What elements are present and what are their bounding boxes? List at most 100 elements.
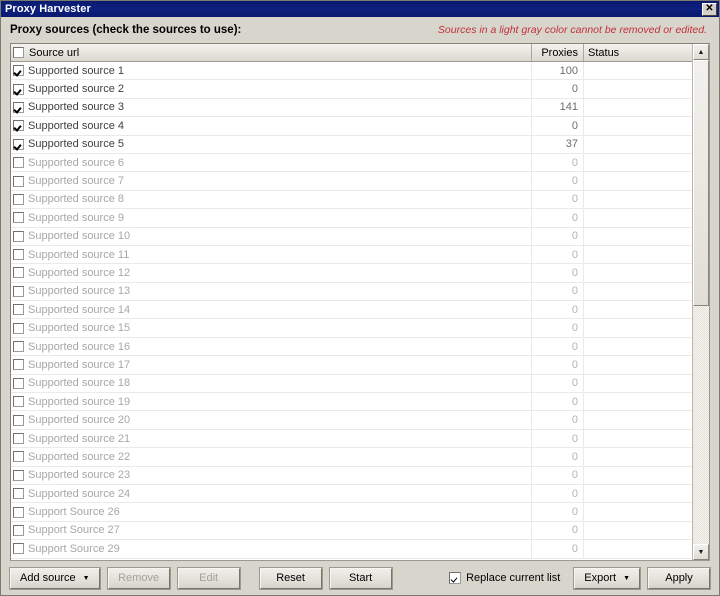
cell-source-url: Supported source 1	[11, 62, 532, 80]
row-checkbox[interactable]	[13, 193, 24, 205]
proxies-count: 0	[571, 156, 578, 169]
source-url-label: Supported source 18	[28, 377, 131, 390]
add-source-button[interactable]: Add source ▼	[9, 566, 101, 590]
start-button[interactable]: Start	[328, 566, 393, 590]
cell-proxies: 0	[532, 227, 584, 245]
row-checkbox[interactable]	[13, 304, 24, 316]
table-row[interactable]: Supported source 24 0	[11, 484, 692, 504]
table-row[interactable]: Supported source 18 0	[11, 374, 692, 394]
table-row[interactable]: Support Source 27 0	[11, 521, 692, 541]
column-header-proxies[interactable]: Proxies	[532, 44, 584, 61]
table-row[interactable]: Supported source 14 0	[11, 301, 692, 320]
cell-status	[584, 117, 692, 134]
row-checkbox[interactable]	[13, 433, 24, 444]
column-header-source-url[interactable]: Source url	[11, 44, 532, 61]
row-checkbox[interactable]	[13, 230, 24, 242]
replace-current-list-checkbox[interactable]	[449, 572, 462, 584]
table-row[interactable]: Supported source 4 0	[11, 117, 692, 136]
cell-status	[584, 99, 692, 116]
readonly-warning-note: Sources in a light gray color cannot be …	[437, 24, 707, 36]
source-url-label: Supported source 22	[28, 450, 131, 463]
reset-button[interactable]: Reset	[258, 566, 323, 590]
row-checkbox[interactable]	[13, 322, 24, 334]
row-checkbox[interactable]	[13, 469, 24, 481]
cell-status	[584, 448, 692, 465]
row-checkbox[interactable]	[13, 267, 24, 279]
row-checkbox[interactable]	[13, 359, 24, 371]
edit-button[interactable]: Edit	[176, 566, 241, 590]
row-checkbox[interactable]	[13, 120, 24, 132]
row-checkbox[interactable]	[13, 451, 24, 463]
source-url-label: Supported source 1	[28, 64, 125, 77]
cell-proxies: 0	[532, 429, 584, 448]
scrollbar-thumb[interactable]	[693, 60, 709, 306]
source-url-label: Supported source 8	[28, 193, 125, 206]
vertical-scrollbar[interactable]: ▲ ▼	[692, 44, 709, 560]
table-row[interactable]: Supported source 10 0	[11, 227, 692, 246]
scrollbar-track[interactable]	[693, 60, 709, 544]
replace-current-list-field[interactable]: Replace current list	[449, 572, 560, 584]
source-url-label: Supported source 16	[28, 340, 131, 353]
window-title: Proxy Harvester	[5, 3, 91, 15]
row-checkbox[interactable]	[13, 101, 24, 113]
table-row[interactable]: Supported source 20 0	[11, 411, 692, 430]
row-checkbox[interactable]	[13, 396, 24, 408]
table-row[interactable]: Supported source 8 0	[11, 190, 692, 210]
close-icon[interactable]: ✕	[702, 2, 717, 16]
scroll-up-icon[interactable]: ▲	[693, 44, 709, 60]
cell-proxies: 0	[532, 356, 584, 374]
export-button[interactable]: Export ▼	[573, 566, 641, 590]
cell-proxies: 0	[532, 521, 584, 540]
proxies-count: 0	[571, 175, 578, 188]
source-url-label: Supported source 7	[28, 175, 125, 188]
table-row[interactable]: Supported source 11 0	[11, 245, 692, 265]
table-row[interactable]: Supported source 17 0	[11, 356, 692, 375]
table-row[interactable]: Supported source 23 0	[11, 466, 692, 485]
table-row[interactable]: Supported source 5 37	[11, 135, 692, 154]
row-checkbox[interactable]	[13, 524, 24, 536]
row-checkbox[interactable]	[13, 83, 24, 95]
row-checkbox[interactable]	[13, 506, 24, 518]
row-checkbox[interactable]	[13, 285, 24, 297]
row-checkbox[interactable]	[13, 212, 24, 224]
table-row[interactable]: Supported source 16 0	[11, 337, 692, 357]
remove-button[interactable]: Remove	[106, 566, 171, 590]
table-row[interactable]: Supported source 2 0	[11, 80, 692, 99]
proxies-count: 0	[571, 193, 578, 206]
page-title: Proxy sources (check the sources to use)…	[10, 24, 242, 36]
table-row[interactable]: Supported source 15 0	[11, 319, 692, 338]
table-row[interactable]: Supported source 3 141	[11, 98, 692, 118]
cell-source-url: Supported source 21	[11, 429, 532, 448]
table-row[interactable]: Supported source 9 0	[11, 209, 692, 228]
row-checkbox[interactable]	[13, 414, 24, 426]
column-header-status[interactable]: Status	[584, 44, 692, 61]
proxies-count: 0	[571, 322, 578, 335]
row-checkbox[interactable]	[13, 157, 24, 169]
table-row[interactable]: Supported source 19 0	[11, 393, 692, 412]
proxies-count: 0	[571, 450, 578, 463]
proxy-harvester-window: Proxy Harvester ✕ Proxy sources (check t…	[0, 0, 720, 596]
row-checkbox[interactable]	[13, 543, 24, 555]
table-row[interactable]: Supported source 6 0	[11, 153, 692, 173]
apply-button[interactable]: Apply	[647, 566, 711, 590]
proxies-count: 0	[571, 303, 578, 316]
table-row[interactable]: Support Source 26 0	[11, 503, 692, 522]
select-all-checkbox[interactable]	[13, 47, 24, 58]
row-checkbox[interactable]	[13, 175, 24, 187]
table-row[interactable]: Supported source 22 0	[11, 448, 692, 467]
row-checkbox[interactable]	[13, 249, 24, 261]
column-header-status-label: Status	[588, 46, 620, 59]
row-checkbox[interactable]	[13, 341, 24, 353]
table-row[interactable]: Supported source 12 0	[11, 264, 692, 283]
table-row[interactable]: Supported source 7 0	[11, 172, 692, 191]
table-row[interactable]: Support Source 29 0	[11, 540, 692, 559]
scroll-down-icon[interactable]: ▼	[693, 544, 709, 560]
row-checkbox[interactable]	[13, 488, 24, 500]
table-row[interactable]: Supported source 1 100	[11, 62, 692, 81]
table-row[interactable]: Supported source 21 0	[11, 429, 692, 449]
proxies-count: 0	[571, 285, 578, 298]
row-checkbox[interactable]	[13, 65, 24, 77]
table-row[interactable]: Supported source 13 0	[11, 282, 692, 302]
row-checkbox[interactable]	[13, 138, 24, 150]
row-checkbox[interactable]	[13, 377, 24, 389]
